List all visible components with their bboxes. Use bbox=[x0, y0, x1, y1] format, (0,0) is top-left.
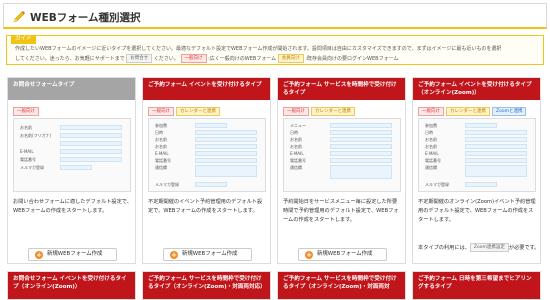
calendar-tag: カレンダーと連携 bbox=[176, 107, 220, 116]
guide-text: ください。 bbox=[153, 56, 179, 62]
card-title: ご予約フォーム サービスを時間枠で受け付けるタイプ bbox=[278, 78, 405, 100]
preview-field: お名前 bbox=[155, 144, 261, 149]
guide-text: :広く一般向けのWEBフォーム bbox=[208, 56, 277, 62]
page-header: WEBフォーム種別選択 bbox=[3, 3, 547, 29]
create-form-button[interactable]: + 新規WEBフォーム作成 bbox=[163, 248, 252, 261]
card-title: ご予約フォーム イベントを受け付けるタイプ（オンライン(Zoom)） bbox=[413, 78, 540, 100]
preview-field: お名前 bbox=[425, 137, 531, 142]
preview-field: 参加費 bbox=[155, 123, 261, 128]
preview-field: お名前 bbox=[425, 144, 531, 149]
general-tag: 一般向け bbox=[13, 107, 39, 116]
card-description: お問い合わせフォームに適したデフォルト設定で、WEBフォームの作成をスタートしま… bbox=[13, 199, 132, 214]
preview-field: E-MAIL bbox=[290, 151, 396, 156]
general-tag: 一般向け bbox=[180, 54, 207, 63]
card-description: 不定期開催のイベント予約管理用のデフォルト設定で、WEBフォームの作成をスタート… bbox=[148, 199, 263, 214]
preview-field: E-MAIL bbox=[20, 149, 126, 154]
card-title: お問合せフォームタイプ bbox=[8, 78, 135, 100]
pencil-icon bbox=[13, 11, 25, 23]
general-tag: 一般向け bbox=[418, 107, 444, 116]
preview-field: お名前(フリガナ) bbox=[20, 133, 126, 138]
calendar-tag: カレンダーと連携 bbox=[446, 107, 490, 116]
general-tag: 一般向け bbox=[283, 107, 309, 116]
preview-field: 電話番号 bbox=[425, 158, 531, 163]
card-description: 不定期開催のオンライン(Zoom)イベント予約管理用のデフォルト設定で、WEBフ… bbox=[418, 199, 536, 223]
plus-icon: + bbox=[305, 251, 313, 259]
guide-panel: ガイド 作成したいWEBフォームのイメージに近いタイプを選択してください。最適な… bbox=[6, 35, 544, 65]
guide-text: してください。迷ったら、お気軽にサポートまで bbox=[15, 56, 125, 62]
preview-field: 通信欄 bbox=[155, 165, 261, 177]
preview-field: 日時 bbox=[425, 130, 531, 135]
form-type-card-event-zoom[interactable]: ご予約フォーム イベントを受け付けるタイプ（オンライン(Zoom)） 一般向け … bbox=[412, 77, 541, 264]
form-type-card-bottom-2[interactable]: ご予約フォーム サービスを時間枠で受け付けるタイプ（オンライン(Zoom)・対面… bbox=[142, 271, 271, 300]
zoom-tag: Zoomと連携 bbox=[492, 107, 527, 116]
form-type-card-service[interactable]: ご予約フォーム サービスを時間枠で受け付けるタイプ 一般向け カレンダーと連携 … bbox=[277, 77, 406, 264]
preview-field: お名前 bbox=[155, 137, 261, 142]
plus-icon: + bbox=[170, 251, 178, 259]
page-title: WEBフォーム種別選択 bbox=[30, 12, 141, 24]
form-type-card-bottom-4[interactable]: ご予約フォーム 日時を第三希望までヒアリングするタイプ bbox=[412, 271, 541, 300]
guide-text: :既存会員向けの要ログインWEBフォーム bbox=[305, 56, 399, 62]
form-preview: メニュー 日時 お名前 お名前 E-MAIL 電話番号 通信欄 bbox=[283, 118, 401, 192]
contact-support-link[interactable]: お問合せ bbox=[126, 54, 153, 63]
preview-field: 電話番号 bbox=[155, 158, 261, 163]
guide-text-line-2: してください。迷ったら、お気軽にサポートまで お問合せ ください。 一般向け :… bbox=[15, 54, 398, 63]
preview-field: メルマガ登録 bbox=[155, 182, 261, 187]
form-type-card-event[interactable]: ご予約フォーム イベントを受け付けるタイプ 一般向け カレンダーと連携 参加費 … bbox=[142, 77, 271, 264]
form-type-card-bottom-3[interactable]: ご予約フォーム サービスを時間枠で受け付けるタイプ（オンライン(Zoom)・対面… bbox=[277, 271, 406, 300]
general-tag: 一般向け bbox=[148, 107, 174, 116]
form-type-card-contact[interactable]: お問合せフォームタイプ 一般向け お名前 お名前(フリガナ) E-MAIL 電話… bbox=[7, 77, 136, 264]
preview-field: お名前 bbox=[290, 137, 396, 142]
preview-field: 電話番号 bbox=[290, 158, 396, 163]
preview-field: 電話番号 bbox=[20, 157, 126, 162]
form-preview: 参加費 日時 お名前 お名前 E-MAIL 電話番号 通信欄 メルマガ登録 bbox=[148, 118, 266, 192]
create-form-button[interactable]: + 新規WEBフォーム作成 bbox=[28, 248, 117, 261]
zoom-settings-link[interactable]: Zoom連携設定 bbox=[469, 243, 509, 252]
preview-field: メルマガ登録 bbox=[20, 165, 126, 170]
plus-icon: + bbox=[35, 251, 43, 259]
preview-field: メルマガ登録 bbox=[425, 182, 531, 187]
preview-field: E-MAIL bbox=[425, 151, 531, 156]
preview-field: メニュー bbox=[290, 123, 396, 128]
preview-field: お名前 bbox=[290, 144, 396, 149]
guide-label: ガイド bbox=[11, 35, 36, 44]
preview-field: E-MAIL bbox=[155, 151, 261, 156]
card-description: 予約開始日をサービスメニュー毎に設定した所要時間で予約管理用のデフォルト設定で、… bbox=[283, 199, 399, 223]
guide-text-line-1: 作成したいWEBフォームのイメージに近いタイプを選択してください。最適なデフォル… bbox=[15, 46, 502, 52]
preview-field: 参加費 bbox=[425, 123, 531, 128]
preview-field bbox=[20, 141, 126, 146]
member-tag: 会員向け bbox=[277, 54, 304, 63]
form-preview: 参加費 日時 お名前 お名前 E-MAIL 電話番号 通信欄 メルマガ登録 bbox=[418, 118, 536, 192]
preview-field: 日時 bbox=[290, 130, 396, 135]
calendar-tag: カレンダーと連携 bbox=[311, 107, 355, 116]
create-form-button[interactable]: + 新規WEBフォーム作成 bbox=[298, 248, 387, 261]
preview-field: お名前 bbox=[20, 125, 126, 130]
preview-field: 通信欄 bbox=[425, 165, 531, 177]
card-title: ご予約フォーム イベントを受け付けるタイプ bbox=[143, 78, 270, 100]
form-type-card-bottom-1[interactable]: お問合せフォーム イベントを受け付けるタイプ（オンライン(Zoom)） bbox=[7, 271, 136, 300]
form-preview: お名前 お名前(フリガナ) E-MAIL 電話番号 メルマガ登録 bbox=[13, 118, 131, 192]
preview-field: 日時 bbox=[155, 130, 261, 135]
zoom-requirement-note: 本タイプの利用には、 Zoom連携設定 が必要です。 bbox=[418, 243, 540, 252]
preview-field: 通信欄 bbox=[290, 165, 396, 179]
